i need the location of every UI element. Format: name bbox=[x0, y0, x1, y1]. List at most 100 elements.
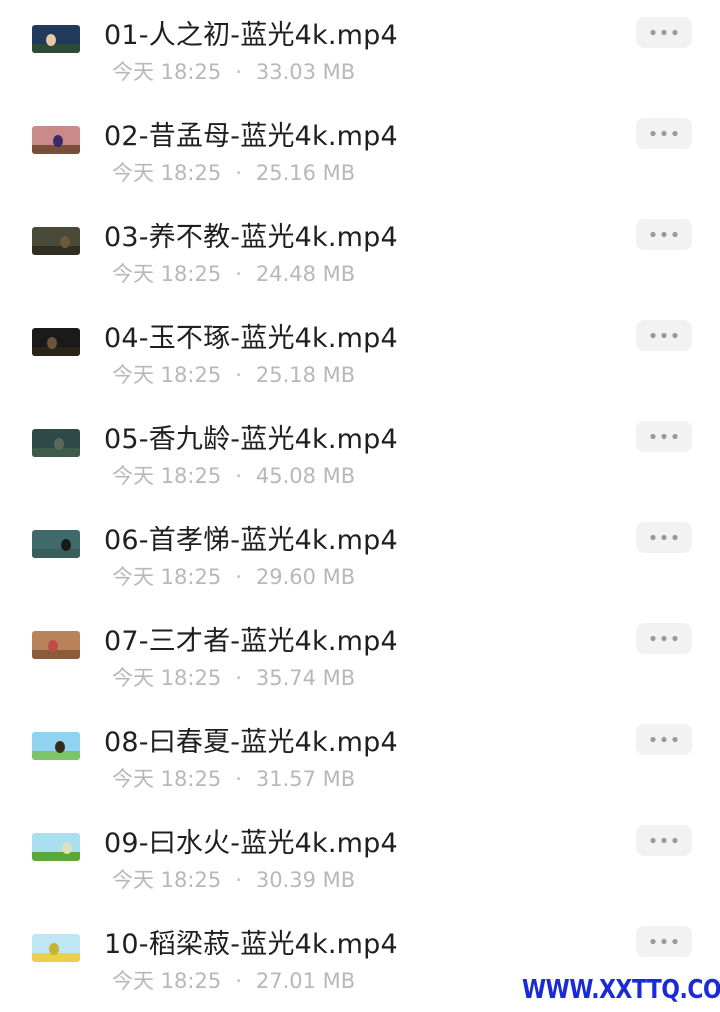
meta-separator: · bbox=[235, 868, 242, 892]
video-thumbnail[interactable] bbox=[32, 530, 80, 558]
file-meta: 今天 18:25 · 33.03 MB bbox=[112, 58, 355, 86]
thumbnail-ground bbox=[32, 246, 80, 255]
more-options-button[interactable] bbox=[636, 219, 692, 250]
file-name[interactable]: 02-昔孟母-蓝光4k.mp4 bbox=[104, 119, 398, 155]
thumbnail-figure bbox=[49, 943, 59, 955]
file-row[interactable]: 04-玉不琢-蓝光4k.mp4 今天 18:25 · 25.18 MB bbox=[0, 303, 720, 404]
video-thumbnail[interactable] bbox=[32, 227, 80, 255]
thumbnail-figure bbox=[47, 337, 57, 349]
file-row[interactable]: 02-昔孟母-蓝光4k.mp4 今天 18:25 · 25.16 MB bbox=[0, 101, 720, 202]
file-meta: 今天 18:25 · 31.57 MB bbox=[112, 765, 355, 793]
more-horizontal-icon bbox=[650, 635, 678, 642]
more-options-button[interactable] bbox=[636, 17, 692, 48]
file-time: 今天 18:25 bbox=[112, 363, 222, 387]
meta-separator: · bbox=[235, 666, 242, 690]
file-time: 今天 18:25 bbox=[112, 60, 222, 84]
video-thumbnail[interactable] bbox=[32, 732, 80, 760]
more-horizontal-icon bbox=[650, 736, 678, 743]
more-horizontal-icon bbox=[650, 332, 678, 339]
file-time: 今天 18:25 bbox=[112, 767, 222, 791]
thumbnail-ground bbox=[32, 852, 80, 861]
more-horizontal-icon bbox=[650, 231, 678, 238]
thumbnail-figure bbox=[54, 438, 64, 450]
thumbnail-figure bbox=[48, 640, 58, 652]
file-name[interactable]: 07-三才者-蓝光4k.mp4 bbox=[104, 624, 398, 660]
file-meta: 今天 18:25 · 27.01 MB bbox=[112, 967, 355, 995]
more-horizontal-icon bbox=[650, 433, 678, 440]
file-size: 45.08 MB bbox=[255, 464, 356, 488]
thumbnail-figure bbox=[46, 34, 56, 46]
file-size: 27.01 MB bbox=[255, 969, 356, 993]
meta-separator: · bbox=[235, 161, 242, 185]
video-thumbnail[interactable] bbox=[32, 25, 80, 53]
file-size: 35.74 MB bbox=[255, 666, 356, 690]
video-thumbnail[interactable] bbox=[32, 126, 80, 154]
file-name[interactable]: 03-养不教-蓝光4k.mp4 bbox=[104, 220, 398, 256]
file-time: 今天 18:25 bbox=[112, 161, 222, 185]
more-options-button[interactable] bbox=[636, 825, 692, 856]
file-time: 今天 18:25 bbox=[112, 464, 222, 488]
more-options-button[interactable] bbox=[636, 724, 692, 755]
more-horizontal-icon bbox=[650, 837, 678, 844]
file-row[interactable]: 07-三才者-蓝光4k.mp4 今天 18:25 · 35.74 MB bbox=[0, 606, 720, 707]
more-options-button[interactable] bbox=[636, 623, 692, 654]
video-thumbnail[interactable] bbox=[32, 934, 80, 962]
file-size: 30.39 MB bbox=[255, 868, 356, 892]
more-options-button[interactable] bbox=[636, 118, 692, 149]
thumbnail-figure bbox=[60, 236, 70, 248]
more-horizontal-icon bbox=[650, 29, 678, 36]
thumbnail-ground bbox=[32, 650, 80, 659]
more-options-button[interactable] bbox=[636, 926, 692, 957]
file-time: 今天 18:25 bbox=[112, 666, 222, 690]
file-size: 31.57 MB bbox=[255, 767, 356, 791]
watermark-text: WWW.XXTTQ.COM bbox=[522, 975, 720, 1005]
more-options-button[interactable] bbox=[636, 421, 692, 452]
file-meta: 今天 18:25 · 29.60 MB bbox=[112, 563, 355, 591]
file-meta: 今天 18:25 · 25.16 MB bbox=[112, 159, 355, 187]
more-horizontal-icon bbox=[650, 938, 678, 945]
file-row[interactable]: 06-首孝悌-蓝光4k.mp4 今天 18:25 · 29.60 MB bbox=[0, 505, 720, 606]
file-size: 29.60 MB bbox=[255, 565, 356, 589]
file-row[interactable]: 01-人之初-蓝光4k.mp4 今天 18:25 · 33.03 MB bbox=[0, 0, 720, 101]
thumbnail-figure bbox=[61, 539, 71, 551]
file-size: 25.16 MB bbox=[255, 161, 356, 185]
file-meta: 今天 18:25 · 35.74 MB bbox=[112, 664, 355, 692]
thumbnail-figure bbox=[53, 135, 63, 147]
file-meta: 今天 18:25 · 30.39 MB bbox=[112, 866, 355, 894]
file-name[interactable]: 09-曰水火-蓝光4k.mp4 bbox=[104, 826, 398, 862]
file-name[interactable]: 08-曰春夏-蓝光4k.mp4 bbox=[104, 725, 398, 761]
thumbnail-ground bbox=[32, 751, 80, 760]
file-name[interactable]: 04-玉不琢-蓝光4k.mp4 bbox=[104, 321, 398, 357]
file-row[interactable]: 05-香九龄-蓝光4k.mp4 今天 18:25 · 45.08 MB bbox=[0, 404, 720, 505]
file-name[interactable]: 10-稻梁菽-蓝光4k.mp4 bbox=[104, 927, 398, 963]
file-row[interactable]: 09-曰水火-蓝光4k.mp4 今天 18:25 · 30.39 MB bbox=[0, 808, 720, 909]
video-thumbnail[interactable] bbox=[32, 833, 80, 861]
file-row[interactable]: 08-曰春夏-蓝光4k.mp4 今天 18:25 · 31.57 MB bbox=[0, 707, 720, 808]
video-thumbnail[interactable] bbox=[32, 429, 80, 457]
thumbnail-figure bbox=[55, 741, 65, 753]
meta-separator: · bbox=[235, 363, 242, 387]
file-time: 今天 18:25 bbox=[112, 868, 222, 892]
video-thumbnail[interactable] bbox=[32, 328, 80, 356]
file-size: 24.48 MB bbox=[255, 262, 356, 286]
thumbnail-ground bbox=[32, 549, 80, 558]
file-meta: 今天 18:25 · 24.48 MB bbox=[112, 260, 355, 288]
more-horizontal-icon bbox=[650, 130, 678, 137]
meta-separator: · bbox=[235, 60, 242, 84]
file-name[interactable]: 05-香九龄-蓝光4k.mp4 bbox=[104, 422, 398, 458]
file-meta: 今天 18:25 · 45.08 MB bbox=[112, 462, 355, 490]
file-time: 今天 18:25 bbox=[112, 262, 222, 286]
thumbnail-ground bbox=[32, 44, 80, 53]
file-time: 今天 18:25 bbox=[112, 565, 222, 589]
file-row[interactable]: 03-养不教-蓝光4k.mp4 今天 18:25 · 24.48 MB bbox=[0, 202, 720, 303]
file-name[interactable]: 01-人之初-蓝光4k.mp4 bbox=[104, 18, 398, 54]
file-time: 今天 18:25 bbox=[112, 969, 222, 993]
thumbnail-figure bbox=[62, 842, 72, 854]
video-thumbnail[interactable] bbox=[32, 631, 80, 659]
more-options-button[interactable] bbox=[636, 522, 692, 553]
file-name[interactable]: 06-首孝悌-蓝光4k.mp4 bbox=[104, 523, 398, 559]
more-options-button[interactable] bbox=[636, 320, 692, 351]
meta-separator: · bbox=[235, 262, 242, 286]
file-size: 33.03 MB bbox=[255, 60, 356, 84]
meta-separator: · bbox=[235, 767, 242, 791]
